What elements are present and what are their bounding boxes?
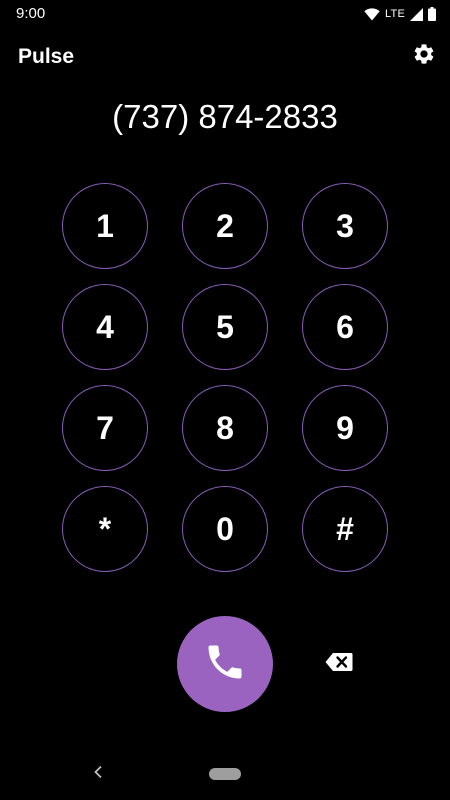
dialpad-key-0[interactable]: 0 bbox=[182, 486, 268, 572]
app-bar: Pulse bbox=[0, 28, 450, 86]
gear-icon bbox=[412, 42, 436, 71]
lte-icon: LTE bbox=[385, 8, 405, 20]
chevron-left-icon bbox=[93, 765, 103, 784]
dialpad-key-7[interactable]: 7 bbox=[62, 385, 148, 471]
phone-icon bbox=[203, 640, 247, 689]
status-time: 9:00 bbox=[16, 5, 46, 22]
dialpad-key-hash[interactable]: # bbox=[302, 486, 388, 572]
status-bar: 9:00 LTE bbox=[0, 0, 450, 28]
dialpad-key-4[interactable]: 4 bbox=[62, 284, 148, 370]
back-button[interactable] bbox=[88, 764, 108, 784]
dialpad-key-1[interactable]: 1 bbox=[62, 183, 148, 269]
status-icons: LTE bbox=[364, 5, 436, 23]
call-button[interactable] bbox=[177, 616, 273, 712]
dialpad-key-9[interactable]: 9 bbox=[302, 385, 388, 471]
dialpad-key-5[interactable]: 5 bbox=[182, 284, 268, 370]
dialpad-key-8[interactable]: 8 bbox=[182, 385, 268, 471]
app-title: Pulse bbox=[18, 45, 75, 68]
battery-icon bbox=[428, 7, 436, 21]
dialpad-key-6[interactable]: 6 bbox=[302, 284, 388, 370]
backspace-button[interactable] bbox=[322, 650, 356, 678]
home-pill-icon[interactable] bbox=[209, 768, 241, 780]
dialpad-key-2[interactable]: 2 bbox=[182, 183, 268, 269]
navigation-bar bbox=[0, 752, 450, 800]
backspace-icon bbox=[325, 652, 353, 677]
signal-icon bbox=[410, 7, 423, 21]
dialpad-key-3[interactable]: 3 bbox=[302, 183, 388, 269]
wifi-icon bbox=[364, 7, 380, 21]
phone-number-display: (737) 874-2833 bbox=[112, 98, 338, 135]
dialpad: 1 2 3 4 5 6 7 8 9 * 0 # bbox=[62, 183, 389, 572]
dialpad-key-star[interactable]: * bbox=[62, 486, 148, 572]
settings-button[interactable] bbox=[410, 42, 438, 70]
